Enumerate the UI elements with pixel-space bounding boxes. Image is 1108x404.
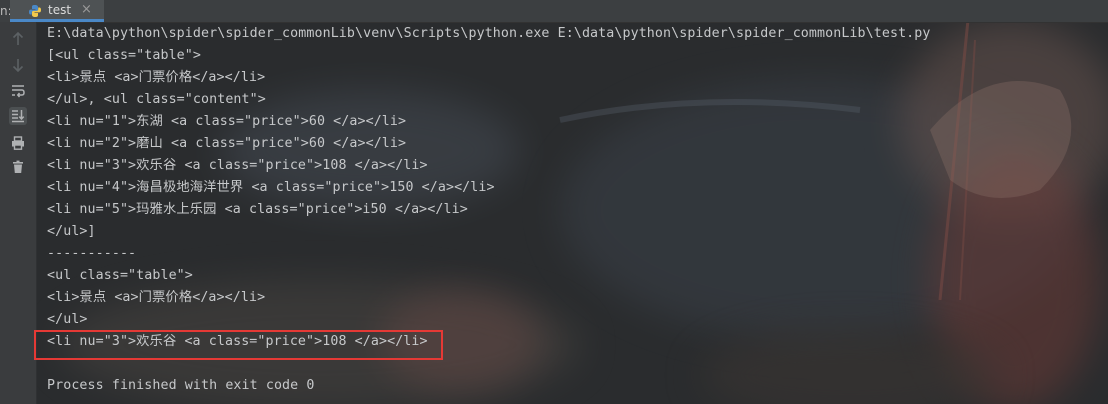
console-line: </ul>] (47, 224, 96, 239)
console-line: </ul>, <ul class="content"> (47, 92, 266, 107)
console-line: [<ul class="table"> (47, 48, 202, 63)
console-toolbar (0, 22, 37, 404)
scroll-to-end-icon[interactable] (9, 107, 27, 125)
console-line: <li>景点 <a>门票价格</a></li> (47, 70, 266, 85)
python-icon (28, 3, 42, 17)
console-line: </ul> (47, 312, 88, 327)
highlight-annotation-box (34, 330, 443, 360)
console-line: <li nu="3">欢乐谷 <a class="price">108 </a>… (47, 158, 428, 173)
process-finished-message: Process finished with exit code 0 (47, 378, 315, 393)
soft-wrap-icon[interactable] (9, 82, 27, 100)
console-line: <li nu="5">玛雅水上乐园 <a class="price">i50 <… (47, 202, 468, 217)
arrow-down-icon[interactable] (9, 56, 27, 74)
tool-window-prefix: n: (0, 4, 10, 18)
print-icon[interactable] (9, 134, 27, 152)
console-separator: ----------- (47, 246, 137, 261)
trash-icon[interactable] (9, 158, 27, 176)
console-line: <li nu="4">海昌极地海洋世界 <a class="price">150… (47, 180, 495, 195)
run-tab-bar: n: test × (0, 0, 1108, 23)
console-line: <li nu="1">东湖 <a class="price">60 </a></… (47, 114, 407, 129)
tab-label: test (48, 2, 72, 17)
console-line: <li>景点 <a>门票价格</a></li> (47, 290, 266, 305)
close-icon[interactable]: × (81, 3, 92, 16)
console-line: <ul class="table"> (47, 268, 193, 283)
tab-test[interactable]: test × (10, 0, 104, 22)
arrow-up-icon[interactable] (9, 30, 27, 48)
console-line-command: E:\data\python\spider\spider_commonLib\v… (47, 26, 931, 41)
run-console-window: n: test × (0, 0, 1108, 404)
console-line: <li nu="2">磨山 <a class="price">60 </a></… (47, 136, 407, 151)
